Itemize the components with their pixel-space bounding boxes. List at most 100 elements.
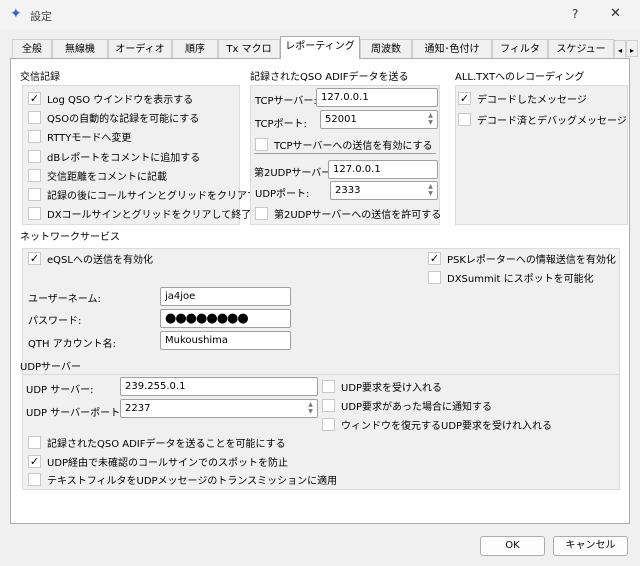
udp-accept-checkbox[interactable]: UDP要求を受け入れる — [322, 379, 442, 394]
tab-audio[interactable]: オーディオ — [108, 39, 172, 59]
checkbox-box[interactable] — [28, 436, 41, 449]
checkbox-box[interactable] — [322, 399, 335, 412]
spinner-arrows-icon[interactable]: ▲ ▼ — [425, 112, 436, 127]
tab-filter[interactable]: フィルタ — [492, 39, 548, 59]
udp-port-label: UDPポート: — [255, 189, 310, 200]
checkbox-label: DXコールサインとグリッドをクリアして終了 — [47, 210, 252, 222]
ok-button[interactable]: OK — [480, 536, 545, 556]
log-option-checkbox[interactable]: RTTYモードへ変更 — [28, 129, 131, 144]
tcp-server-label: TCPサーバー: — [255, 96, 317, 107]
tcp-port-value: 52001 — [325, 114, 357, 125]
udp-adif-checkbox[interactable]: 記録されたQSO ADIFデータを送ることを可能にする — [28, 435, 286, 450]
checkbox-box[interactable] — [28, 149, 41, 163]
checkbox-box[interactable] — [255, 207, 268, 220]
log-option-checkbox[interactable]: 交信距離をコメントに記載 — [28, 168, 167, 183]
checkbox-label: Log QSO ウインドウを表示する — [47, 95, 194, 106]
udp-server-label: UDP サーバー: — [26, 385, 94, 396]
network-group — [22, 248, 620, 385]
udp-restore-checkbox[interactable]: ウィンドウを復元するUDP要求を受けれ入れる — [322, 417, 552, 432]
checkbox-label: DXSummit にスポットを可能化 — [447, 274, 594, 285]
dxsummit-checkbox[interactable]: DXSummit にスポットを可能化 — [428, 270, 594, 285]
checkbox-box[interactable]: ✓ — [28, 252, 41, 265]
udp-port-value: 2333 — [335, 185, 361, 196]
checkbox-box[interactable]: ✓ — [28, 92, 41, 105]
checkbox-label: 交信距離をコメントに記載 — [47, 171, 167, 183]
alltxt-group — [455, 85, 628, 225]
tab-sequence[interactable]: 順序 — [172, 39, 218, 59]
udp2-server-input[interactable]: 127.0.0.1 — [328, 160, 438, 179]
checkbox-box[interactable] — [255, 138, 268, 151]
tab-radio[interactable]: 無線機 — [52, 39, 108, 59]
udp-notify-checkbox[interactable]: UDP要求があった場合に通知する — [322, 398, 492, 413]
checkbox-box[interactable] — [28, 188, 41, 201]
help-button[interactable]: ? — [572, 7, 578, 21]
log-option-checkbox[interactable]: ✓ Log QSO ウインドウを表示する — [28, 91, 193, 106]
checkbox-box[interactable] — [28, 473, 41, 486]
divider — [254, 153, 436, 154]
udp-server-port-spinbox[interactable]: 2237 ▲ ▼ — [120, 399, 318, 418]
window-title: 設定 — [30, 10, 52, 23]
checkbox-label: RTTYモードへ変更 — [47, 133, 132, 145]
checkbox-label: eQSLへの送信を有効化 — [47, 255, 153, 266]
checkbox-box[interactable] — [28, 207, 41, 221]
checkbox-label: dBレポートをコメントに追加する — [47, 152, 201, 164]
tcp-server-input[interactable]: 127.0.0.1 — [316, 88, 438, 107]
network-group-title: ネットワークサービス — [20, 232, 120, 243]
checkbox-label: ウィンドウを復元するUDP要求を受けれ入れる — [341, 421, 553, 432]
tab-reporting[interactable]: レポーティング — [280, 36, 360, 59]
checkbox-box[interactable] — [458, 113, 471, 126]
udp-prevent-checkbox[interactable]: ✓ UDP経由で未確認のコールサインでのスポットを防止 — [28, 454, 288, 469]
sparkle-icon: ✦ — [10, 6, 22, 22]
tcp-port-spinbox[interactable]: 52001 ▲ ▼ — [320, 110, 438, 129]
checkbox-box[interactable] — [28, 168, 41, 182]
checkbox-label: QSOの自動的な記録を可能にする — [47, 114, 200, 126]
log-option-checkbox[interactable]: QSOの自動的な記録を可能にする — [28, 110, 199, 125]
eqsl-checkbox[interactable]: ✓ eQSLへの送信を有効化 — [28, 251, 153, 266]
checkbox-box[interactable] — [322, 418, 335, 431]
adif-group-title: 記録されたQSO ADIFデータを送る — [250, 72, 409, 83]
log-group-title: 交信記録 — [20, 72, 60, 83]
log-option-checkbox[interactable]: 記録の後にコールサインとグリッドをクリアする — [28, 187, 267, 202]
checkbox-box[interactable] — [322, 380, 335, 393]
tab-general[interactable]: 全般 — [12, 39, 52, 59]
tab-scroll-right[interactable]: ▸ — [626, 40, 638, 57]
checkbox-box[interactable] — [28, 130, 41, 144]
checkbox-box[interactable] — [428, 271, 441, 284]
log-option-checkbox[interactable]: dBレポートをコメントに追加する — [28, 149, 200, 164]
checkbox-box[interactable]: ✓ — [428, 252, 441, 265]
tab-frequency[interactable]: 周波数 — [360, 39, 412, 59]
qth-label: QTH アカウント名: — [28, 339, 117, 350]
tab-notify-color[interactable]: 通知･色付け — [412, 39, 492, 59]
udp-server-port-value: 2237 — [125, 403, 151, 414]
checkbox-label: 記録の後にコールサインとグリッドをクリアする — [47, 191, 267, 202]
alltxt-option-checkbox[interactable]: ✓ デコードしたメッセージ — [458, 91, 587, 106]
tab-schedule[interactable]: スケジュー — [548, 39, 614, 59]
qth-input[interactable]: Mukoushima — [160, 331, 291, 350]
tcp-enable-checkbox[interactable]: TCPサーバーへの送信を有効にする — [255, 137, 433, 152]
tab-tx-macro[interactable]: Tx マクロ — [218, 39, 280, 59]
checkbox-box[interactable]: ✓ — [28, 455, 41, 468]
checkbox-label: PSKレポーターへの情報送信を有効化 — [447, 255, 616, 266]
psk-reporter-checkbox[interactable]: ✓ PSKレポーターへの情報送信を有効化 — [428, 251, 616, 266]
alltxt-option-checkbox[interactable]: デコード済とデバッグメッセージ — [458, 112, 627, 127]
spinner-arrows-icon[interactable]: ▲ ▼ — [425, 183, 436, 198]
password-label: パスワード: — [28, 316, 82, 327]
udp-server-input[interactable]: 239.255.0.1 — [120, 377, 318, 396]
log-option-checkbox[interactable]: DXコールサインとグリッドをクリアして終了 — [28, 206, 251, 221]
udp-port-spinbox[interactable]: 2333 ▲ ▼ — [330, 181, 438, 200]
spinner-arrows-icon[interactable]: ▲ ▼ — [305, 401, 316, 416]
cancel-button[interactable]: キャンセル — [553, 536, 628, 556]
udp2-server-label: 第2UDPサーバー — [254, 168, 332, 179]
checkbox-box[interactable] — [28, 111, 41, 125]
close-button[interactable]: ✕ — [610, 6, 621, 21]
checkbox-box[interactable]: ✓ — [458, 92, 471, 105]
username-label: ユーザーネーム: — [28, 294, 101, 305]
udp-filter-checkbox[interactable]: テキストフィルタをUDPメッセージのトランスミッションに適用 — [28, 472, 337, 487]
username-input[interactable]: ja4joe — [160, 287, 291, 306]
tcp-port-label: TCPポート: — [255, 119, 307, 130]
udp2-enable-checkbox[interactable]: 第2UDPサーバーへの送信を許可する — [255, 206, 441, 221]
password-input[interactable]: ●●●●●●●● — [160, 309, 291, 328]
checkbox-label: 第2UDPサーバーへの送信を許可する — [274, 210, 442, 221]
checkbox-label: デコードしたメッセージ — [477, 95, 587, 106]
tab-scroll-left[interactable]: ◂ — [614, 40, 626, 57]
